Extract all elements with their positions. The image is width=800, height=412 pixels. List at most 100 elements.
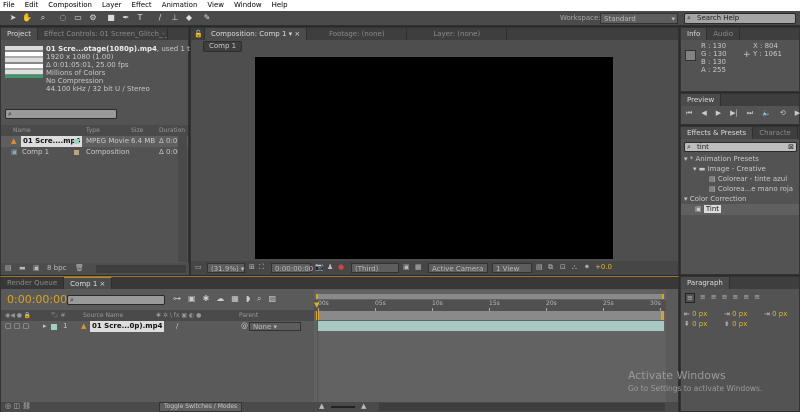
column-name[interactable]: Name xyxy=(13,125,31,136)
time-navigator[interactable] xyxy=(316,294,664,299)
align-right-icon[interactable]: ≡ xyxy=(711,293,717,303)
project-search-input[interactable]: ⌕ xyxy=(5,109,117,119)
tab-effects-presets[interactable]: Effects & Presets xyxy=(681,127,753,139)
space-after-field[interactable]: ⇟ 0 px xyxy=(724,320,747,328)
draft-3d-icon[interactable]: ✱ xyxy=(203,294,210,304)
new-folder-icon[interactable]: ▬ xyxy=(19,264,26,273)
parent-select[interactable]: None ▾ xyxy=(249,322,301,331)
ram-preview-icon[interactable]: ▶ xyxy=(795,109,800,118)
layer-row[interactable]: ▢ ▢ ▢ ▸ 1 ▲ 01 Scre...0p).mp4 / @ None ▾ xyxy=(1,321,314,332)
project-item-comp[interactable]: ▣ Comp 1 Composition Δ 0:00 xyxy=(1,147,188,158)
pan-behind-tool-icon[interactable]: ⚙ xyxy=(88,13,98,23)
trash-icon[interactable]: 🗑 xyxy=(75,264,84,273)
space-before-value[interactable]: 0 px xyxy=(692,320,707,328)
view-layout-select[interactable]: 1 View xyxy=(492,263,532,273)
timeline-horizontal-scrollbar[interactable] xyxy=(379,403,665,411)
hand-tool-icon[interactable]: ✋ xyxy=(22,13,32,23)
pen-tool-icon[interactable]: ✒ xyxy=(121,13,131,23)
clone-stamp-tool-icon[interactable]: ⊥ xyxy=(170,13,180,23)
rotate-tool-icon[interactable]: ◌ xyxy=(58,13,68,23)
brush-tool-icon[interactable]: / xyxy=(155,13,165,23)
motion-blur-icon[interactable]: ◗ xyxy=(246,294,250,304)
tab-composition[interactable]: Composition: Comp 1 ▾ × xyxy=(205,28,307,40)
first-frame-icon[interactable]: ⏮ xyxy=(686,109,692,118)
tab-paragraph[interactable]: Paragraph xyxy=(681,277,730,289)
tab-character[interactable]: Characte xyxy=(753,127,798,139)
indent-left-value[interactable]: 0 px xyxy=(692,310,707,318)
region-of-interest-icon[interactable]: ▣ xyxy=(403,263,410,272)
timeline-graph[interactable]: 00s05s10s15s20s25s30s ▼ xyxy=(314,290,666,410)
menu-help[interactable]: Help xyxy=(272,0,288,11)
next-frame-icon[interactable]: ▶| xyxy=(730,109,738,118)
loop-icon[interactable]: ⟲ xyxy=(780,109,786,118)
last-frame-icon[interactable]: ⏭ xyxy=(747,109,753,118)
puppet-pin-tool-icon[interactable]: ✎ xyxy=(202,13,212,23)
tab-comp-1[interactable]: Comp 1 × xyxy=(64,277,112,289)
footer-switches-icons[interactable]: ◎ ◫ ⛓ xyxy=(5,402,31,411)
zoom-in-icon[interactable]: ▲ xyxy=(361,402,366,411)
tab-layer[interactable]: Layer: (none) xyxy=(407,28,507,40)
justify-all-icon[interactable]: ≡ xyxy=(754,293,760,303)
expand-arrow-icon[interactable]: ▸ xyxy=(43,321,47,332)
rectangle-tool-icon[interactable]: ■ xyxy=(106,13,116,23)
space-before-field[interactable]: ⇞ 0 px xyxy=(684,320,707,328)
horizontal-scrollbar[interactable] xyxy=(96,265,186,273)
indent-first-value[interactable]: 0 px xyxy=(732,310,747,318)
column-duration[interactable]: Duration xyxy=(159,125,185,136)
align-center-icon[interactable]: ≡ xyxy=(700,293,706,303)
column-type[interactable]: Type xyxy=(86,125,100,136)
indent-right-value[interactable]: 0 px xyxy=(772,310,787,318)
camera-select[interactable]: Active Camera xyxy=(428,263,488,273)
camera-tool-icon[interactable]: ▭ xyxy=(73,13,83,23)
fast-previews-icon[interactable]: ⧉ xyxy=(548,263,553,272)
column-parent[interactable]: Parent xyxy=(239,310,258,321)
text-tool-icon[interactable]: T xyxy=(135,13,145,23)
indent-right-field[interactable]: ⇥ 0 px xyxy=(764,310,787,318)
mask-visibility-icon[interactable]: ⛶ xyxy=(259,263,264,272)
flowchart-icon[interactable]: ⛬ xyxy=(572,263,577,272)
space-after-value[interactable]: 0 px xyxy=(732,320,747,328)
play-icon[interactable]: ▶ xyxy=(716,109,721,118)
tab-project[interactable]: Project xyxy=(1,28,38,40)
eraser-tool-icon[interactable]: ◆ xyxy=(184,13,194,23)
menu-layer[interactable]: Layer xyxy=(102,0,122,11)
channel-icon[interactable]: ● xyxy=(338,263,344,272)
tab-preview[interactable]: Preview xyxy=(681,94,721,106)
interpret-footage-icon[interactable]: ▤ xyxy=(5,264,12,273)
magnification-select[interactable]: (31.9%) ▾ xyxy=(207,263,245,273)
pixel-aspect-icon[interactable]: ▤ xyxy=(536,263,543,272)
column-source-name[interactable]: Source Name xyxy=(83,310,123,321)
menu-view[interactable]: View xyxy=(207,0,224,11)
always-preview-icon[interactable]: ▭ xyxy=(195,263,202,272)
timeline-timecode[interactable]: 0:00:00:00 xyxy=(7,293,67,306)
project-scrollbar[interactable] xyxy=(178,136,187,262)
previous-frame-icon[interactable]: ◀ xyxy=(701,109,706,118)
shy-layers-icon[interactable]: ☁ xyxy=(216,294,224,304)
justify-last-left-icon[interactable]: ≡ xyxy=(722,293,728,303)
lock-icon[interactable]: 🔓 xyxy=(191,28,205,40)
layer-label-color[interactable] xyxy=(51,324,57,330)
show-snapshot-icon[interactable]: ♟ xyxy=(327,263,333,272)
tab-audio[interactable]: Audio xyxy=(707,28,740,40)
playhead-icon[interactable]: ▼ xyxy=(314,301,319,309)
layer-name[interactable]: 01 Scre...0p).mp4 xyxy=(90,321,164,332)
pickwhip-icon[interactable]: @ xyxy=(241,321,248,332)
menu-animation[interactable]: Animation xyxy=(162,0,198,11)
tab-info[interactable]: Info xyxy=(681,28,707,40)
layer-visibility-switches[interactable]: ▢ ▢ ▢ xyxy=(5,321,29,332)
live-update-icon[interactable]: ▣ xyxy=(188,294,196,304)
effects-search-input[interactable]: ⌕tint⊠ xyxy=(684,142,797,152)
tab-footage[interactable]: Footage: (none) xyxy=(307,28,407,40)
layer-duration-bar[interactable] xyxy=(318,321,664,331)
clear-search-icon[interactable]: ⊠ xyxy=(788,143,794,152)
indent-left-field[interactable]: ⇤ 0 px xyxy=(684,310,707,318)
toggle-switches-modes-button[interactable]: Toggle Switches / Modes xyxy=(159,402,242,412)
timeline-icon[interactable]: ⊡ xyxy=(560,263,566,272)
menu-file[interactable]: File xyxy=(3,0,15,11)
current-time-indicator[interactable] xyxy=(317,300,318,410)
exposure-value[interactable]: +0.0 xyxy=(595,263,612,272)
tab-effect-controls[interactable]: Effect Controls: 01 Screen_Glitch_-_F xyxy=(38,28,168,40)
zoom-out-icon[interactable]: ▲ xyxy=(319,402,324,411)
work-area-bar[interactable] xyxy=(316,311,664,320)
column-size[interactable]: Size xyxy=(131,125,143,136)
